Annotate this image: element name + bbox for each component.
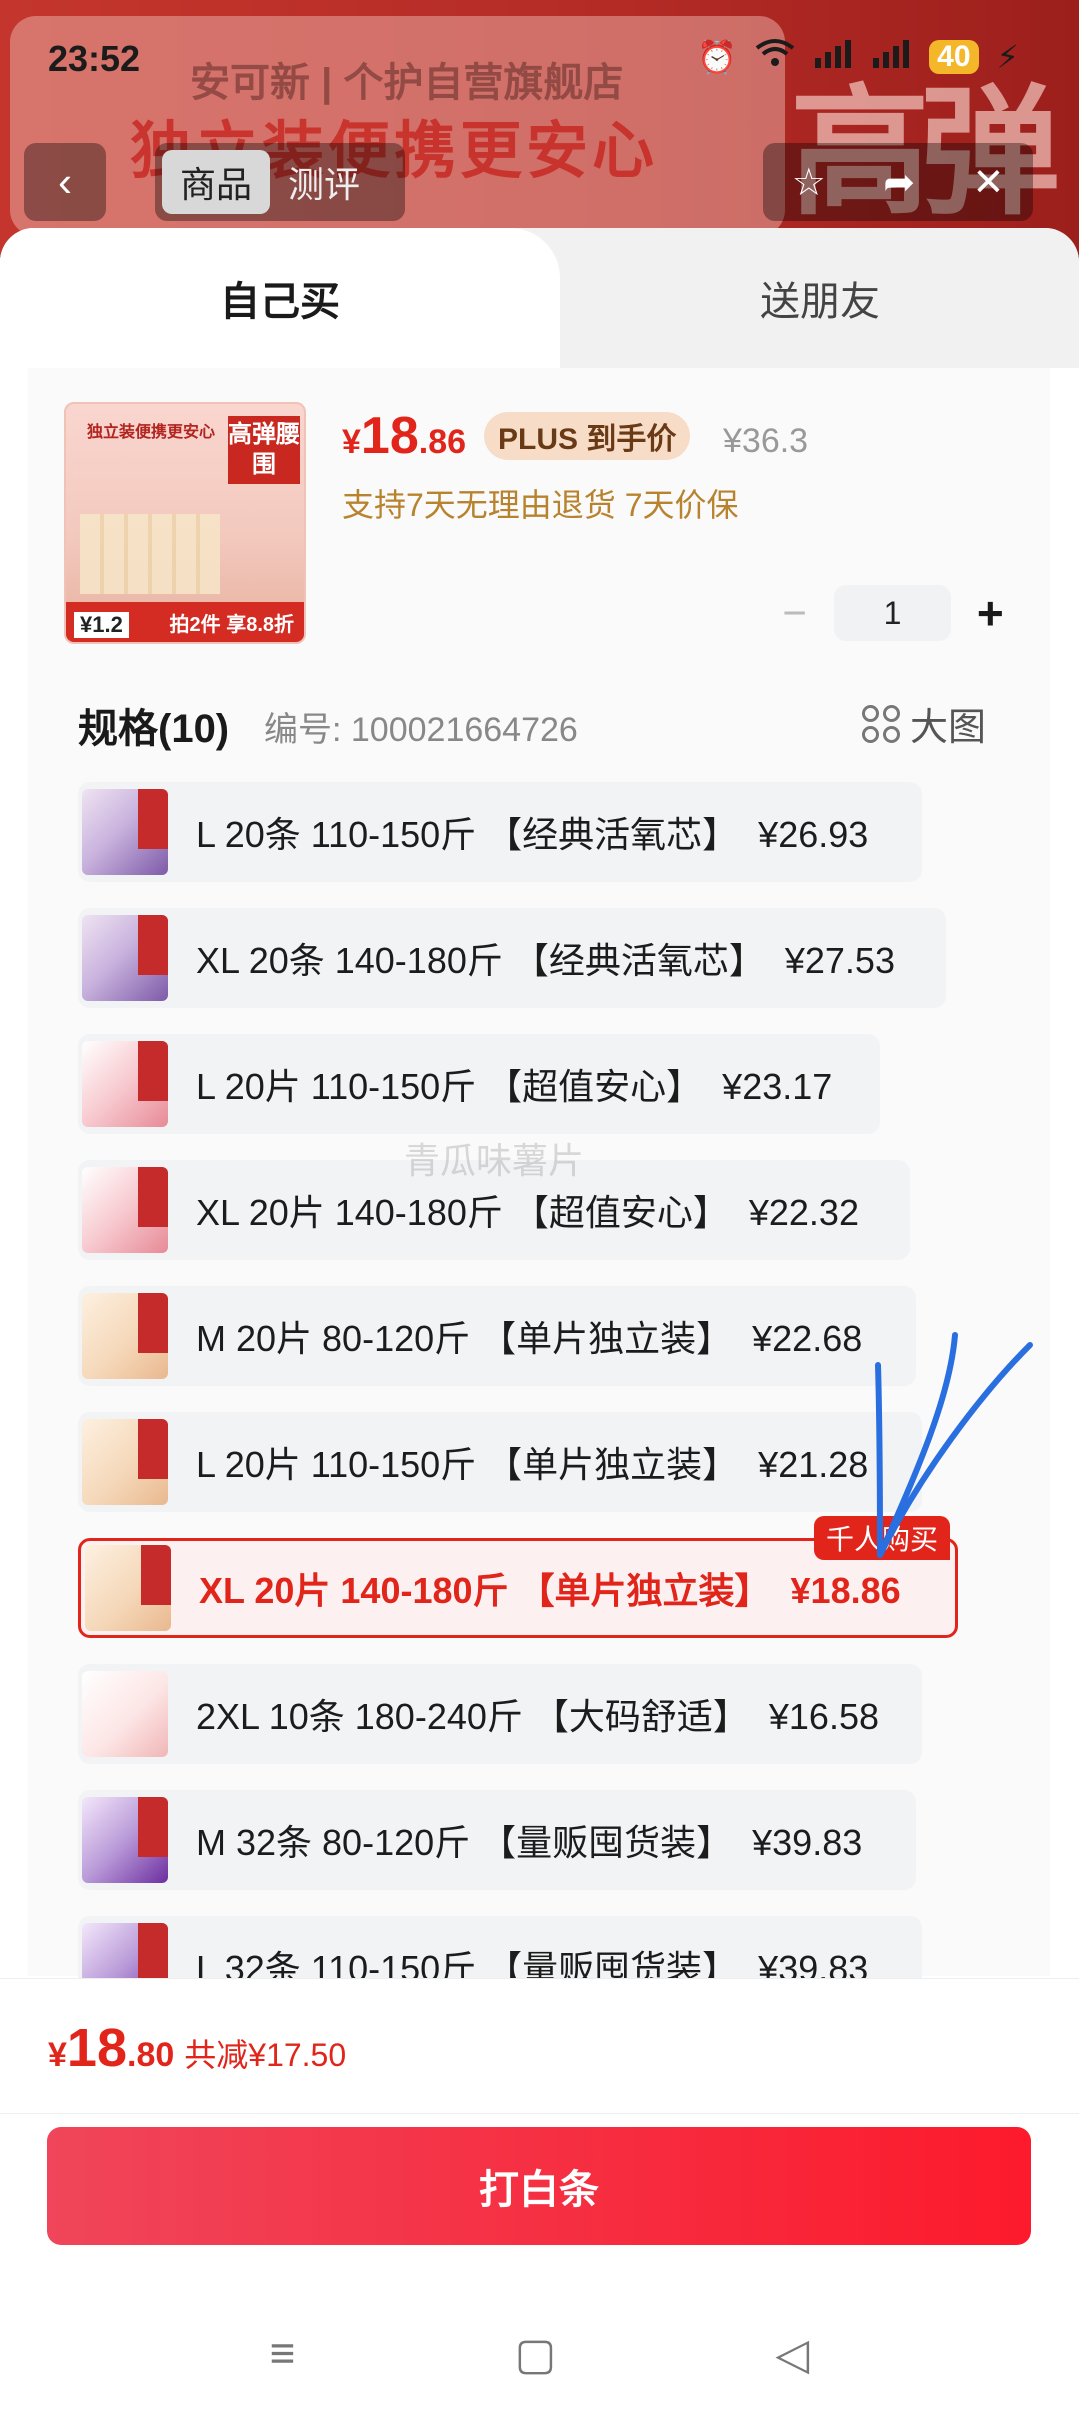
option-thumbnail [82,1041,168,1127]
tab-review[interactable]: 测评 [270,150,378,214]
grid-icon [862,704,900,743]
option-thumbnail [82,789,168,875]
spec-option[interactable]: L 20片 110-150斤 【超值安心】 ¥23.17 [78,1034,880,1134]
product-image-price: ¥1.2 [74,612,129,638]
home-icon[interactable]: ▢ [515,2329,557,2380]
share-icon[interactable]: ➦ [883,160,915,205]
option-thumbnail [82,1293,168,1379]
spec-option[interactable]: XL 20条 140-180斤 【经典活氧芯】 ¥27.53 [78,908,946,1008]
total-saving: 共减¥17.50 [184,2037,347,2073]
page-tabs: 商品 测评 [155,143,405,221]
option-thumbnail [82,1923,168,1978]
current-price: ¥18.86 [342,407,467,465]
product-image[interactable]: 独立装便携更安心 高弹腰围 拍2件 享8.8折 ¥1.2 [64,402,306,644]
battery-level: 40 [929,40,979,74]
option-thumbnail [82,1419,168,1505]
signal-icon [813,38,853,76]
star-icon[interactable]: ☆ [792,160,826,205]
spec-option[interactable]: L 32条 110-150斤 【量贩囤货装】 ¥39.83 [78,1916,922,1978]
option-label: M 32条 80-120斤 【量贩囤货装】 ¥39.83 [196,1822,863,1863]
spec-option[interactable]: 2XL 10条 180-240斤 【大码舒适】 ¥16.58 [78,1664,922,1764]
product-code: 编号: 100021664726 [264,711,578,749]
tab-buy-self[interactable]: 自己买 [0,228,560,368]
total-price: ¥18.80 共减¥17.50 [48,2018,347,2078]
product-image-packages [80,514,220,594]
signal-icon [871,38,911,76]
menu-icon[interactable]: ≡ [270,2329,296,2379]
option-label: L 32条 110-150斤 【量贩囤货装】 ¥39.83 [196,1948,869,1978]
option-label: XL 20条 140-180斤 【经典活氧芯】 ¥27.53 [196,940,895,981]
decrease-quantity-button[interactable]: − [770,589,819,637]
option-label: XL 20片 140-180斤 【单片独立装】 ¥18.86 [199,1570,901,1611]
option-label: L 20片 110-150斤 【超值安心】 ¥23.17 [196,1066,833,1107]
back-icon[interactable]: ◁ [776,2329,810,2380]
option-thumbnail [82,1167,168,1253]
spec-option[interactable]: L 20片 110-150斤 【单片独立装】 ¥21.28 [78,1412,922,1512]
spec-option[interactable]: L 20条 110-150斤 【经典活氧芯】 ¥26.93 [78,782,922,882]
divider [0,2113,1079,2114]
alarm-icon: ⏰ [697,39,738,75]
spec-option[interactable]: M 20片 80-120斤 【单片独立装】 ¥22.68 [78,1286,916,1386]
increase-quantity-button[interactable]: + [966,586,1015,640]
status-time: 23:52 [48,38,141,79]
bottom-bar: ¥18.80 共减¥17.50 打白条 ≡ ▢ ◁ [0,1978,1079,2412]
option-label: 2XL 10条 180-240斤 【大码舒适】 ¥16.58 [196,1696,879,1737]
option-thumbnail [85,1545,171,1631]
option-label: M 20片 80-120斤 【单片独立装】 ¥22.68 [196,1318,863,1359]
header-actions: ☆ ➦ ✕ [763,143,1033,221]
system-navigation: ≡ ▢ ◁ [0,2319,1079,2389]
option-thumbnail [82,915,168,1001]
spec-option[interactable]: M 32条 80-120斤 【量贩囤货装】 ¥39.83 [78,1790,916,1890]
option-thumbnail [82,1797,168,1883]
annotation-arrow-icon [875,1332,1033,1558]
option-thumbnail [82,1671,168,1757]
back-button[interactable]: ‹ [24,143,106,221]
wifi-icon [755,38,795,76]
option-label: L 20条 110-150斤 【经典活氧芯】 ¥26.93 [196,814,869,855]
spec-title: 规格(10) [78,707,230,751]
product-image-badge: 高弹腰围 [228,416,300,484]
checkout-button[interactable]: 打白条 [47,2127,1031,2245]
tab-product[interactable]: 商品 [162,150,271,214]
original-price: ¥36.3 [723,422,809,460]
option-label: L 20片 110-150斤 【单片独立装】 ¥21.28 [196,1444,869,1485]
plus-price-tag: PLUS 到手价 [484,412,691,460]
chevron-left-icon: ‹ [58,158,72,205]
tab-gift-friend[interactable]: 送朋友 [600,228,1040,368]
big-image-label: 大图 [910,707,987,749]
service-guarantee: 支持7天无理由退货 7天价保 [342,487,739,523]
status-icons: ⏰ 40 ⚡ [697,38,1019,76]
watermark-text: 青瓜味薯片 [404,1140,585,1181]
big-image-toggle[interactable]: 大图 [862,696,986,751]
option-label: XL 20片 140-180斤 【超值安心】 ¥22.32 [196,1192,859,1233]
quantity-stepper: − 1 + [770,585,1015,641]
charging-icon: ⚡ [996,39,1019,75]
product-image-title: 独立装便携更安心 [86,424,215,441]
purchase-tab-bar: 送朋友 自己买 [0,228,1079,368]
quantity-value[interactable]: 1 [834,585,951,641]
close-icon[interactable]: ✕ [972,160,1004,205]
